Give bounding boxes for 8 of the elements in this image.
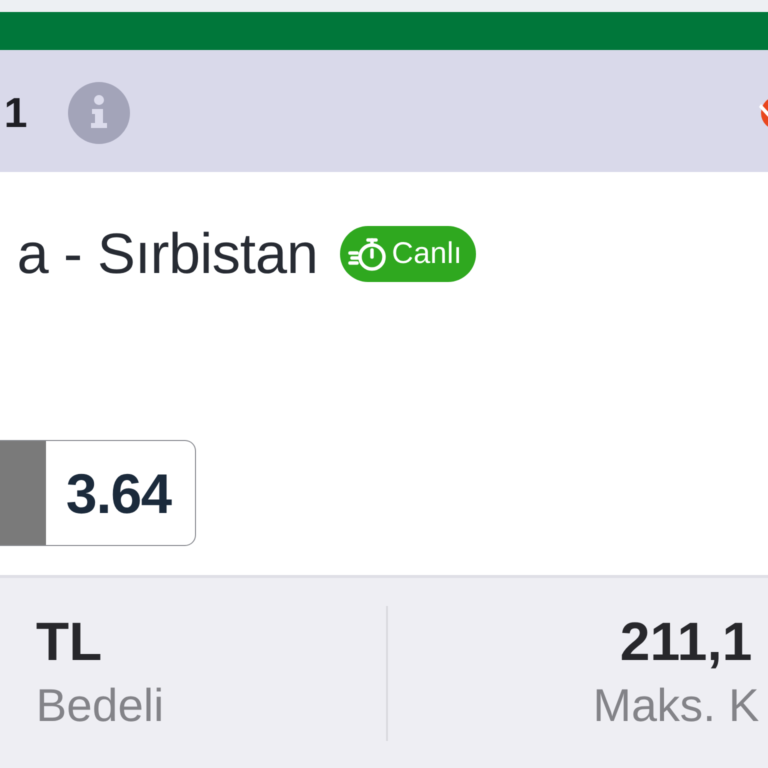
summary-value: 211,1 [620,612,752,672]
header-number: 1 [4,92,28,134]
summary-label: Bedeli [36,678,164,734]
summary-value: TL [36,612,102,672]
match-title: a - Sırbistan [17,224,318,284]
live-label: Canlı [392,239,462,269]
summary-label: Maks. K [593,678,760,734]
odd-button[interactable]: 3.64 [0,440,196,546]
